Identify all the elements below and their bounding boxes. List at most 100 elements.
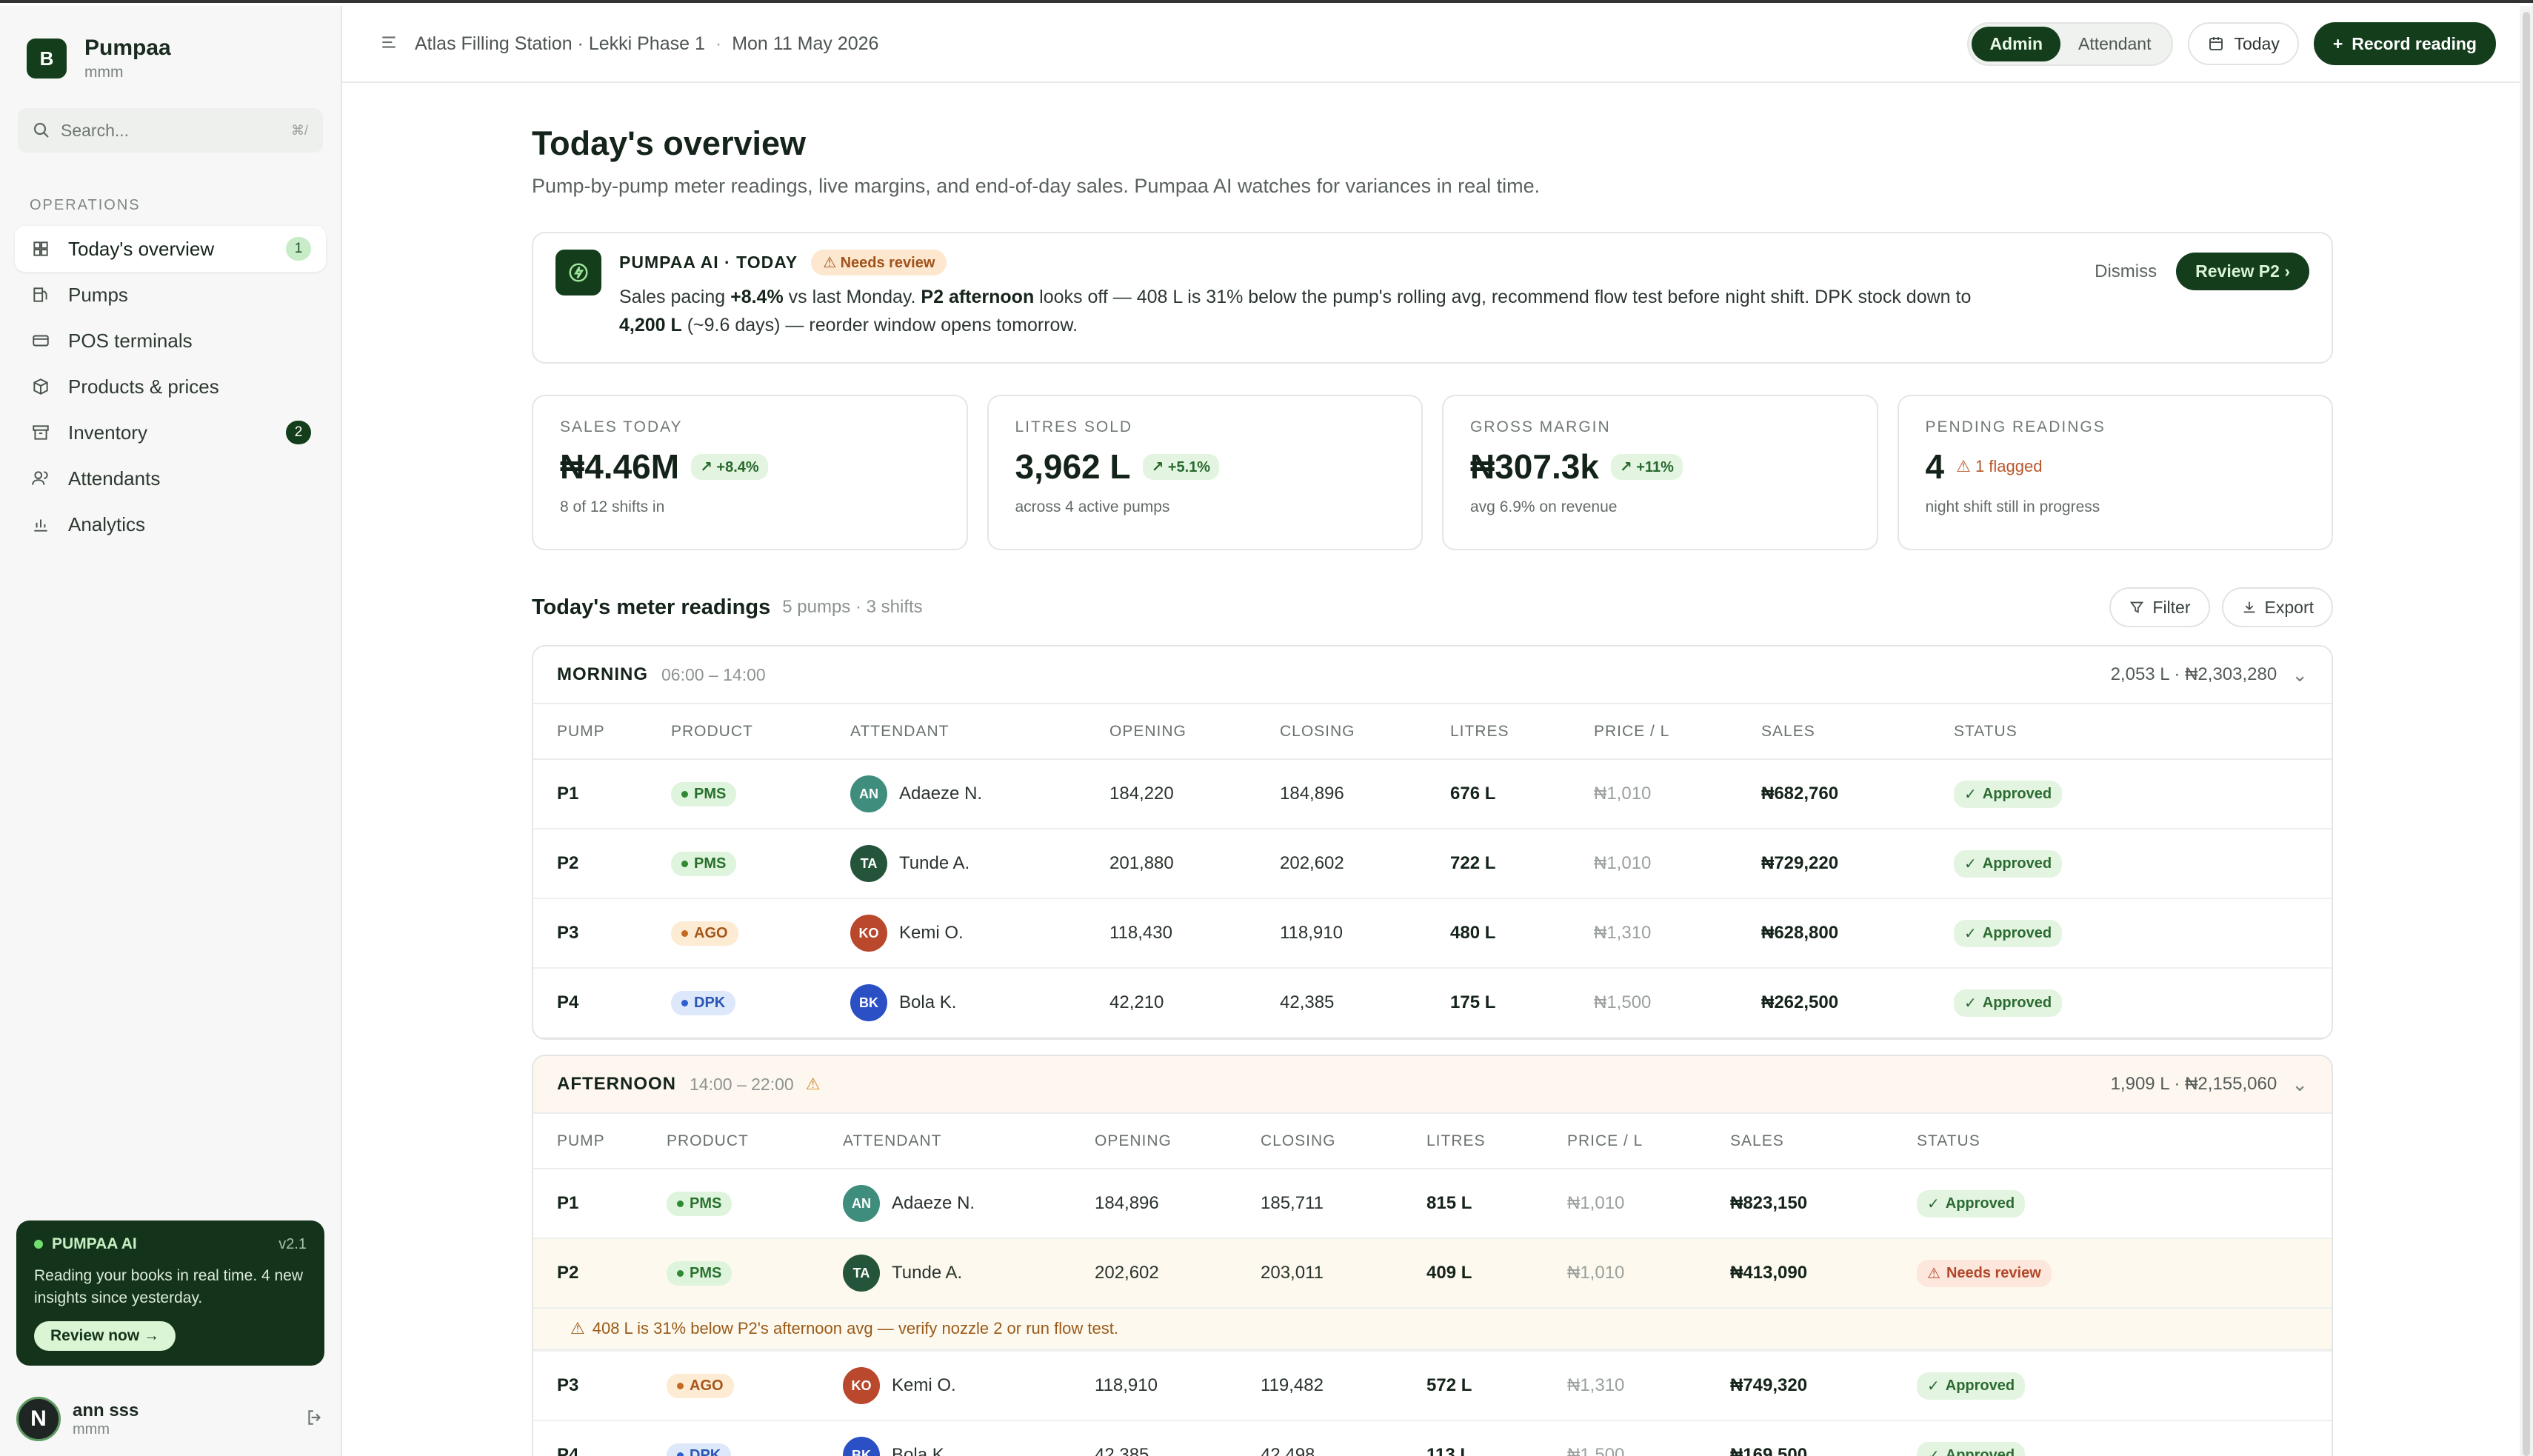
sales-cell: ₦749,320 <box>1730 1351 1917 1421</box>
ai-insights-card: PUMPAA AI v2.1 Reading your books in real… <box>16 1220 324 1366</box>
opening-cell: 201,880 <box>1109 829 1280 899</box>
column-header: ATTENDANT <box>850 704 1109 760</box>
scrollbar-thumb[interactable] <box>2523 12 2530 1456</box>
main-area: Atlas Filling Station · Lekki Phase 1 · Mo… <box>342 6 2533 1456</box>
sidebar-item-inventory[interactable]: Inventory 2 <box>15 410 326 455</box>
table-row[interactable]: P2 PMS TA Tunde A. 201,880 202,602 722 L ₦1,010… <box>533 829 2332 899</box>
price-cell: ₦1,010 <box>1567 1169 1730 1239</box>
review-p2-button[interactable]: Review P2 › <box>2176 253 2309 290</box>
closing-cell: 203,011 <box>1261 1238 1426 1309</box>
role-attendant-tab[interactable]: Attendant <box>2060 27 2169 61</box>
column-header: PRICE / L <box>1594 704 1761 760</box>
breadcrumb[interactable]: Atlas Filling Station · Lekki Phase 1 · Mo… <box>415 33 878 55</box>
column-header: LITRES <box>1450 704 1594 760</box>
table-row[interactable]: P3 AGO KO Kemi O. 118,430 118,910 480 L ₦1,310 ₦… <box>533 898 2332 969</box>
table-row[interactable]: P4 DPK BK Bola K. 42,210 42,385 175 L ₦1,500 ₦26… <box>533 968 2332 1038</box>
pump-cell: P3 <box>533 1351 667 1421</box>
status-label: Approved <box>1982 924 2052 941</box>
avatar: AN <box>843 1185 880 1222</box>
box-icon <box>30 375 52 398</box>
shift-total: 1,909 L · ₦2,155,060 <box>2110 1074 2277 1094</box>
logout-icon[interactable] <box>305 1408 324 1431</box>
sidebar-item-today-s-overview[interactable]: Today's overview 1 <box>15 226 326 272</box>
table-row[interactable]: P1 PMS AN Adaeze N. 184,896 185,711 815 L ₦1,01… <box>533 1169 2332 1239</box>
litres-cell: 815 L <box>1426 1169 1567 1239</box>
sidebar-item-pos-terminals[interactable]: POS terminals <box>15 318 326 364</box>
status-label: Approved <box>1982 785 2052 802</box>
check-circle-icon: ✓ <box>1927 1377 1940 1395</box>
review-now-button[interactable]: Review now → <box>34 1321 176 1351</box>
msg-part: looks off — 408 L is 31% below the pump'… <box>1034 287 1972 307</box>
today-button[interactable]: Today <box>2188 22 2299 65</box>
table-row[interactable]: P3 AGO KO Kemi O. 118,910 119,482 572 L ₦1,310 ₦… <box>533 1351 2332 1421</box>
shifts: MORNING 06:00 – 14:00 2,053 L · ₦2,303,280… <box>532 645 2333 1456</box>
menu-icon[interactable] <box>379 33 398 56</box>
msg-part: Sales pacing <box>619 287 731 307</box>
delta-badge: ↗ +5.1% <box>1142 453 1220 480</box>
needs-review-label: Needs review <box>840 255 935 271</box>
status-badge[interactable]: ✓ Approved <box>1954 849 2063 878</box>
user-subtitle: mmm <box>73 1420 110 1437</box>
role-admin-tab[interactable]: Admin <box>1972 26 2060 61</box>
shift-header[interactable]: MORNING 06:00 – 14:00 2,053 L · ₦2,303,280… <box>533 647 2332 704</box>
search-input[interactable]: Search... ⌘/ <box>18 108 323 153</box>
sidebar-item-attendants[interactable]: Attendants <box>15 455 326 501</box>
status-badge[interactable]: ✓ Approved <box>1917 1189 2026 1218</box>
filter-icon <box>2130 601 2144 613</box>
status-badge[interactable]: ⚠ Needs review <box>1917 1259 2052 1287</box>
closing-cell: 185,711 <box>1261 1169 1426 1239</box>
delta-badge: ↗ +11% <box>1610 453 1683 480</box>
brand[interactable]: B Pumpaa mmm <box>0 6 341 81</box>
status-badge[interactable]: ✓ Approved <box>1954 989 2063 1017</box>
variance-note-row: ⚠ 408 L is 31% below P2's afternoon avg —… <box>533 1308 2332 1352</box>
product-cell: DPK <box>671 968 850 1038</box>
warning-icon: ⚠ <box>805 1075 821 1093</box>
product-label: PMS <box>694 855 727 872</box>
user-profile[interactable]: N ann sss mmm <box>16 1397 324 1441</box>
status-badge[interactable]: ✓ Approved <box>1954 919 2063 947</box>
status-cell: ⚠ Needs review <box>1917 1238 2332 1309</box>
check-circle-icon: ✓ <box>1927 1447 1940 1456</box>
status-label: Approved <box>1982 855 2052 872</box>
closing-cell: 202,602 <box>1280 829 1450 899</box>
product-badge: PMS <box>667 1191 732 1216</box>
scrollbar[interactable] <box>2520 6 2533 1456</box>
status-badge[interactable]: ✓ Approved <box>1954 780 2063 808</box>
check-circle-icon: ✓ <box>1964 925 1977 942</box>
record-reading-button[interactable]: + Record reading <box>2313 22 2496 65</box>
sidebar-item-analytics[interactable]: Analytics <box>15 501 326 547</box>
status-label: Approved <box>1945 1377 2015 1394</box>
avatar: BK <box>850 984 887 1021</box>
sidebar-item-products-prices[interactable]: Products & prices <box>15 364 326 410</box>
warning-icon: ⚠ <box>570 1319 585 1338</box>
export-button[interactable]: Export <box>2221 587 2333 627</box>
sales-cell: ₦682,760 <box>1761 759 1954 829</box>
sidebar-item-pumps[interactable]: Pumps <box>15 272 326 318</box>
readings-table: PUMP PRODUCT ATTENDANT OPENING CLOSING LITRES… <box>533 1114 2332 1456</box>
avatar: N <box>16 1397 61 1441</box>
status-badge[interactable]: ✓ Approved <box>1917 1372 2026 1400</box>
search-placeholder: Search... <box>61 120 130 140</box>
pump-cell: P4 <box>533 968 671 1038</box>
column-header: OPENING <box>1095 1114 1261 1169</box>
price-cell: ₦1,010 <box>1594 759 1761 829</box>
dismiss-button[interactable]: Dismiss <box>2095 261 2157 282</box>
shift-header[interactable]: AFTERNOON 14:00 – 22:00 ⚠ 1,909 L · ₦2,155,… <box>533 1056 2332 1114</box>
stat-row: 4 ⚠ 1 flagged <box>1926 447 2306 487</box>
chevron-down-icon[interactable]: ⌄ <box>2292 1073 2308 1096</box>
pump-cell: P4 <box>533 1420 667 1456</box>
chevron-down-icon[interactable]: ⌄ <box>2292 664 2308 687</box>
warning-icon: ⚠ <box>1956 457 1975 475</box>
status-badge[interactable]: ✓ Approved <box>1917 1441 2026 1456</box>
status-label: Approved <box>1945 1195 2015 1212</box>
attendant-name: Kemi O. <box>892 1375 956 1395</box>
product-dot-icon <box>677 1269 684 1277</box>
status-cell: ✓ Approved <box>1917 1351 2332 1421</box>
attendant: BK Bola K. <box>850 984 1109 1021</box>
avatar: KO <box>850 915 887 952</box>
stat-label: LITRES SOLD <box>1015 418 1133 435</box>
table-row[interactable]: P4 DPK BK Bola K. 42,385 42,498 113 L ₦1,500 ₦16… <box>533 1420 2332 1456</box>
filter-button[interactable]: Filter <box>2109 587 2210 627</box>
table-row[interactable]: P1 PMS AN Adaeze N. 184,220 184,896 676 L ₦1,01… <box>533 759 2332 829</box>
table-row[interactable]: P2 PMS TA Tunde A. 202,602 203,011 409 L ₦1,010… <box>533 1238 2332 1309</box>
